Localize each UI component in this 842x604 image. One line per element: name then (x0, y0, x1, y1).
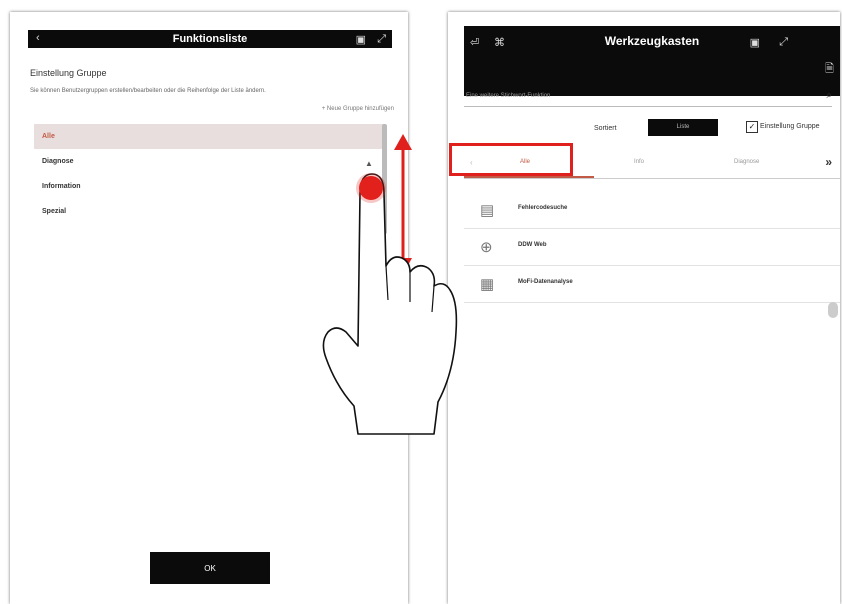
group-item-label: Alle (42, 133, 55, 140)
group-item-label: Spezial (42, 208, 67, 215)
layout-icon[interactable]: ▣ (750, 36, 760, 49)
group-settings-title: Einstellung Gruppe (30, 68, 107, 78)
tool-list: ▤ Fehlercodesuche ⊕ DDW Web ▦ MoFi-Daten… (464, 192, 840, 303)
group-item-alle[interactable]: Alle (34, 124, 384, 149)
tab-info[interactable]: Info (634, 159, 644, 165)
tool-label: MoFi-Datenanalyse (518, 279, 573, 285)
globe-icon: ⊕ (480, 239, 493, 256)
group-setting-checkbox[interactable]: ✓ (746, 121, 758, 133)
tool-item-fehlercodesuche[interactable]: ▤ Fehlercodesuche (464, 192, 840, 229)
tab-diagnose[interactable]: Diagnose (734, 159, 759, 165)
left-title-bar: ‹ Funktionsliste ▣ ⤢ (28, 30, 392, 48)
layout-icon[interactable]: ▣ (356, 33, 366, 46)
expand-icon[interactable]: ⤢ (377, 33, 386, 46)
tab-next-icon[interactable]: » (825, 155, 832, 169)
side-panel-handle[interactable] (828, 302, 838, 318)
print-icon[interactable]: 🗎 (825, 60, 834, 79)
tool-item-ddw-web[interactable]: ⊕ DDW Web (464, 229, 840, 266)
sort-mode-label[interactable]: Sortiert (594, 125, 617, 132)
group-setting-checkbox-label: Einstellung Gruppe (760, 123, 820, 130)
list-mode-button[interactable]: Liste (648, 119, 718, 136)
code-search-icon: ▤ (480, 202, 495, 219)
group-item-label: Information (42, 183, 81, 190)
function-list-title: Funktionsliste (172, 33, 248, 45)
add-group-link[interactable]: + Neue Gruppe hinzufügen (322, 106, 394, 112)
right-tablet-screen: ⏎ ⌘ Werkzeugkasten ▣ ⤢ 🗎 Eine weitere St… (448, 12, 840, 604)
right-title-bar: ⏎ ⌘ Werkzeugkasten ▣ ⤢ 🗎 (464, 26, 840, 96)
tool-label: Fehlercodesuche (518, 205, 568, 211)
active-tab-indicator (464, 176, 594, 178)
group-settings-description: Sie können Benutzergruppen erstellen/bea… (30, 88, 266, 94)
tool-item-mofi-datenanalyse[interactable]: ▦ MoFi-Datenanalyse (464, 266, 840, 303)
tool-label: DDW Web (518, 242, 547, 248)
data-analysis-icon: ▦ (480, 276, 495, 293)
hand-gesture-icon (322, 173, 458, 435)
group-item-label: Diagnose (42, 158, 74, 165)
search-field[interactable]: Eine weitere Stichwort-Funktion ⌕ (464, 90, 832, 107)
expand-icon[interactable]: ⤢ (779, 36, 788, 49)
search-placeholder: Eine weitere Stichwort-Funktion (466, 93, 551, 99)
search-icon[interactable]: ⌕ (826, 90, 832, 101)
ok-button[interactable]: OK (150, 552, 270, 584)
touch-point-indicator (359, 176, 383, 200)
